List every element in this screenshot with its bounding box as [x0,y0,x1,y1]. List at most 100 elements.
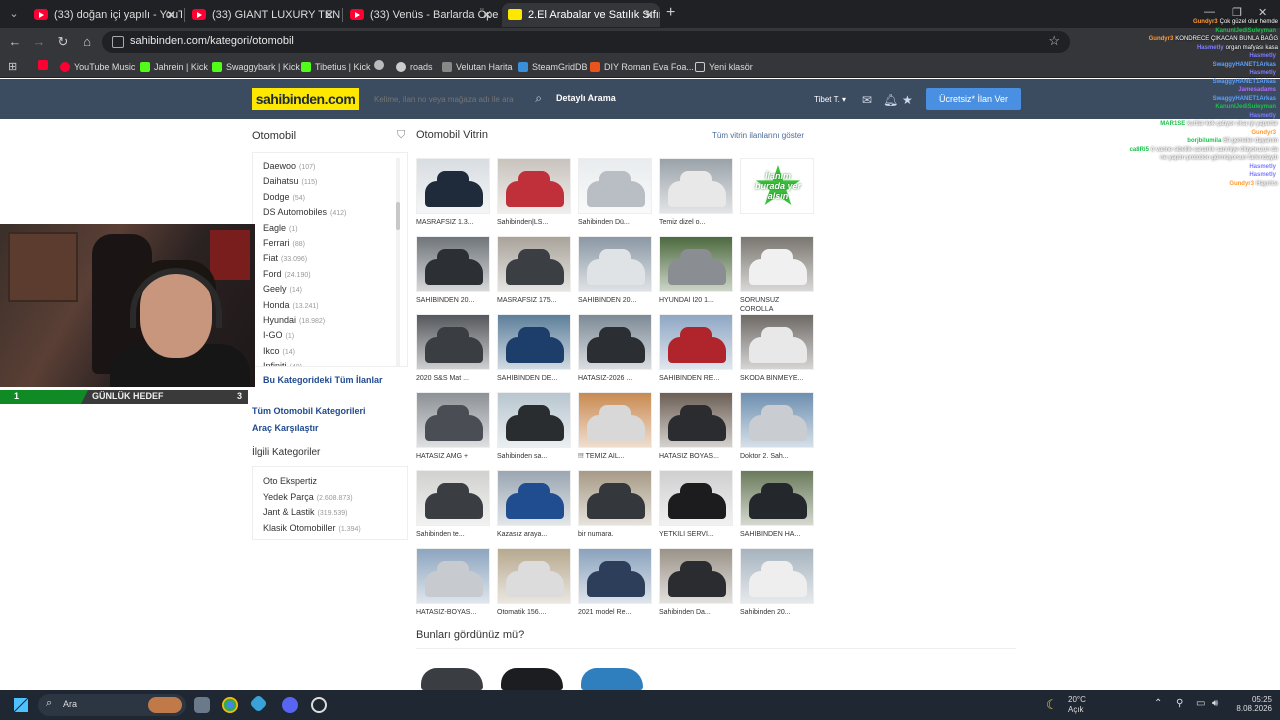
listing-title[interactable]: HATASIZ AMG + [416,452,490,461]
apps-grid-icon[interactable]: ⊞ [8,60,20,73]
close-icon[interactable]: ✕ [324,3,334,27]
listing-title[interactable]: Doktor 2. Sah... [740,452,814,461]
listing-card[interactable]: HATASIZ-BOYAS... [416,548,490,620]
listing-title[interactable]: HATASIZ-BOYAS... [416,608,490,617]
system-clock[interactable]: 05:25 8.08.2026 [1232,695,1272,713]
listing-thumbnail[interactable] [578,392,652,448]
star-icon[interactable]: ★ [902,93,913,107]
windows-start-icon[interactable] [14,698,28,712]
listing-card[interactable]: SAHİBİNDEN 20... [578,236,652,308]
close-icon[interactable]: ✕ [482,3,492,27]
listing-title[interactable]: SKODA BİNMEYE... [740,374,814,383]
brand-scrollbar[interactable] [396,158,400,366]
tab-search-icon[interactable]: ⌄ [4,4,24,24]
brand-item[interactable]: I-GO (1) [263,330,346,345]
brand-item[interactable]: Infiniti(40) [263,361,346,366]
listing-thumbnail[interactable] [659,236,733,292]
listing-title[interactable]: HYUNDAİ İ20 1... [659,296,733,305]
brand-item[interactable]: Ikco (14) [263,346,346,361]
reload-icon[interactable]: ↻ [54,33,72,51]
listing-card[interactable]: Sahibinden Da... [659,548,733,620]
ad-banner[interactable]: İlanım burada yer alsın [740,158,814,214]
minimize-icon[interactable]: — [1204,6,1215,18]
listing-thumbnail[interactable] [497,158,571,214]
listing-thumbnail[interactable] [497,548,571,604]
listing-title[interactable]: SAHİBİNDEN RE... [659,374,733,383]
listing-card[interactable]: HATASIZ BOYAS... [659,392,733,464]
task-view-icon[interactable] [194,697,210,713]
post-ad-button[interactable]: Ücretsiz* İlan Ver [926,88,1021,110]
listing-card[interactable]: HYUNDAİ İ20 1... [659,236,733,308]
listing-thumbnail[interactable] [416,314,490,370]
search-icon[interactable]: ⌕ [535,91,542,106]
display-icon[interactable]: ▭ [1196,698,1205,709]
site-info-icon[interactable] [112,36,124,48]
brand-item[interactable]: Dodge (54) [263,192,346,207]
listing-card[interactable]: Sahibinden te... [416,470,490,542]
listing-card[interactable]: !!! TEMİZ AİL... [578,392,652,464]
browser-tab-2[interactable]: (33) GIANT LUXURY TENT Camp ✕ [186,3,340,27]
seen-car-thumbnail[interactable] [501,668,563,690]
listing-thumbnail[interactable] [416,548,490,604]
seen-car-thumbnail[interactable] [421,668,483,690]
home-icon[interactable]: ⌂ [78,33,96,51]
browser-tab-4[interactable]: 2.El Arabalar ve Satılık Sıfır Kı ✕ [502,3,660,27]
listing-card[interactable]: SAHİBİNDEN RE... [659,314,733,386]
brand-item[interactable]: Daewoo (107) [263,161,346,176]
listing-card[interactable]: MASRAFSIZ 1.3... [416,158,490,230]
related-item[interactable]: Yedek Parça (2.608.873) [263,492,353,502]
listing-title[interactable]: Sahibinden Da... [659,608,733,617]
listing-thumbnail[interactable] [740,470,814,526]
bookmark-folder[interactable]: Yeni klasör [695,60,753,74]
bookmark-youtube-music[interactable]: YouTube Music [60,60,135,74]
brand-item[interactable]: Hyundai (18.982) [263,315,346,330]
listing-title[interactable]: Sahibinden sa... [497,452,571,461]
listing-thumbnail[interactable] [416,236,490,292]
listing-thumbnail[interactable] [497,470,571,526]
related-item[interactable]: Jant & Lastik (319.539) [263,507,348,517]
related-item[interactable]: Klasik Otomobiller (1.394) [263,523,361,533]
bookmark-youtube[interactable] [38,60,48,74]
listing-card[interactable]: Temiz dizel o... [659,158,733,230]
seen-car-thumbnail[interactable] [581,668,643,690]
listing-thumbnail[interactable] [497,314,571,370]
listing-title[interactable]: HATASIZ-2026 ... [578,374,652,383]
site-logo[interactable]: sahibinden.com [252,88,359,110]
search-input[interactable] [366,88,548,110]
listing-title[interactable]: MASRAFSIZ 175... [497,296,571,305]
listing-thumbnail[interactable] [497,392,571,448]
listing-card[interactable]: 2021 model Re... [578,548,652,620]
listing-thumbnail[interactable] [578,470,652,526]
taskbar-search[interactable]: ⌕ Ara [38,694,186,716]
brand-item[interactable]: Fiat (33.096) [263,253,346,268]
listing-thumbnail[interactable] [659,470,733,526]
bookmark-tibetius[interactable]: Tibetius | Kick [301,60,371,74]
listing-title[interactable]: YETKİLİ SERVİ... [659,530,733,539]
scroll-thumb[interactable] [396,202,400,230]
listing-card[interactable]: 2020 S&S Mat ... [416,314,490,386]
bookmark-velutan[interactable]: Velutan Harita [442,60,513,74]
listing-title[interactable]: bir numara. [578,530,652,539]
brand-item[interactable]: Ferrari (88) [263,238,346,253]
discord-icon[interactable] [282,697,298,713]
chrome-icon[interactable] [222,697,238,713]
listing-thumbnail[interactable] [740,548,814,604]
listing-title[interactable]: 2021 model Re... [578,608,652,617]
usb-icon[interactable]: ⚲ [1176,698,1183,709]
listing-card[interactable]: Otomatik 156.... [497,548,571,620]
listing-card[interactable]: HATASIZ AMG + [416,392,490,464]
volume-icon[interactable]: 🔊︎ [1212,698,1218,709]
chevron-up-icon[interactable]: ⌃ [1154,698,1162,709]
listing-card[interactable]: MASRAFSIZ 175... [497,236,571,308]
advanced-search-link[interactable]: Detaylı Arama [556,93,616,103]
listing-thumbnail[interactable] [416,158,490,214]
listing-title[interactable]: SAHİBİNDEN 20... [578,296,652,305]
compare-link[interactable]: Araç Karşılaştır [252,423,319,433]
listing-title[interactable]: HATASIZ BOYAS... [659,452,733,461]
browser-tab-1[interactable]: (33) doğan içi yapılı - YouTube ✕ [28,3,182,27]
filter-icon[interactable]: ⛉ [397,129,405,142]
listing-card[interactable]: Sahibinden sa... [497,392,571,464]
listing-thumbnail[interactable] [659,158,733,214]
listing-title[interactable]: Kazasız araya... [497,530,571,539]
listing-thumbnail[interactable] [659,314,733,370]
